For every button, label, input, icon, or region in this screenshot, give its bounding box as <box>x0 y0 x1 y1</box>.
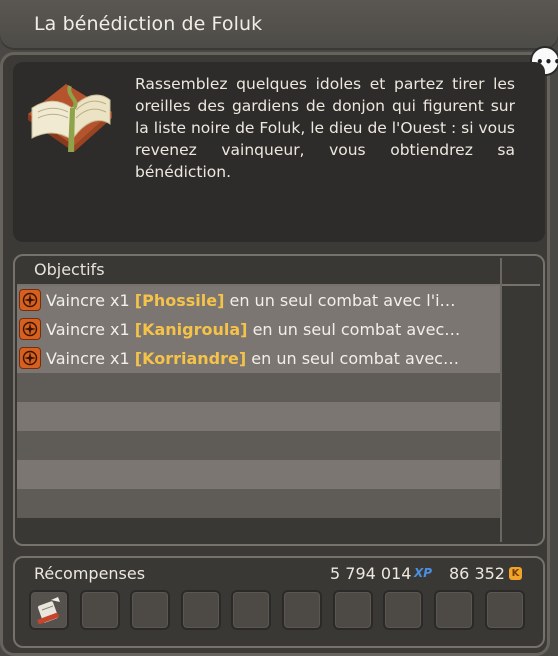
row-stripe <box>17 489 501 518</box>
objective-text: Vaincre x1 [Korriandre] en un seul comba… <box>46 348 459 368</box>
open-book-icon <box>28 84 112 152</box>
reward-slot[interactable] <box>485 590 525 630</box>
objective-row[interactable]: Vaincre x1 [Phossile] en un seul combat … <box>17 286 501 314</box>
quest-description: Rassemblez quelques idoles et partez tir… <box>135 75 515 181</box>
kamas-reward-value: 86 352 <box>449 564 505 583</box>
reward-slot[interactable] <box>29 590 69 630</box>
scroll-icon <box>37 597 60 625</box>
objective-text: Vaincre x1 [Kanigroula] en un seul comba… <box>46 319 461 339</box>
xp-reward-value: 5 794 014 <box>330 564 412 583</box>
reward-slot[interactable] <box>383 590 423 630</box>
objective-row[interactable]: Vaincre x1 [Korriandre] en un seul comba… <box>17 344 501 372</box>
rewards-label: Récompenses <box>34 564 146 583</box>
reward-slot[interactable] <box>333 590 373 630</box>
monster-link[interactable]: [Phossile] <box>135 291 225 310</box>
row-stripe <box>17 402 501 431</box>
compass-icon <box>19 318 41 340</box>
row-stripe <box>17 460 501 489</box>
reward-slot[interactable] <box>181 590 221 630</box>
reward-slot[interactable] <box>282 590 322 630</box>
window-title: La bénédiction de Foluk <box>34 13 263 35</box>
monster-link[interactable]: [Korriandre] <box>135 349 246 368</box>
reward-slot[interactable] <box>130 590 170 630</box>
objective-text: Vaincre x1 [Phossile] en un seul combat … <box>46 290 456 310</box>
compass-icon <box>19 289 41 311</box>
title-bar: La bénédiction de Foluk <box>0 0 558 50</box>
xp-icon: XP <box>414 566 433 580</box>
monster-link[interactable]: [Kanigroula] <box>135 320 248 339</box>
row-stripe <box>17 373 501 402</box>
reward-slot[interactable] <box>80 590 120 630</box>
kamas-icon: K <box>509 567 522 580</box>
row-stripe <box>17 431 501 460</box>
objective-row[interactable]: Vaincre x1 [Kanigroula] en un seul comba… <box>17 315 501 343</box>
objectives-header: Objectifs <box>34 260 105 279</box>
reward-slot[interactable] <box>231 590 271 630</box>
compass-icon <box>19 347 41 369</box>
reward-slot[interactable] <box>434 590 474 630</box>
